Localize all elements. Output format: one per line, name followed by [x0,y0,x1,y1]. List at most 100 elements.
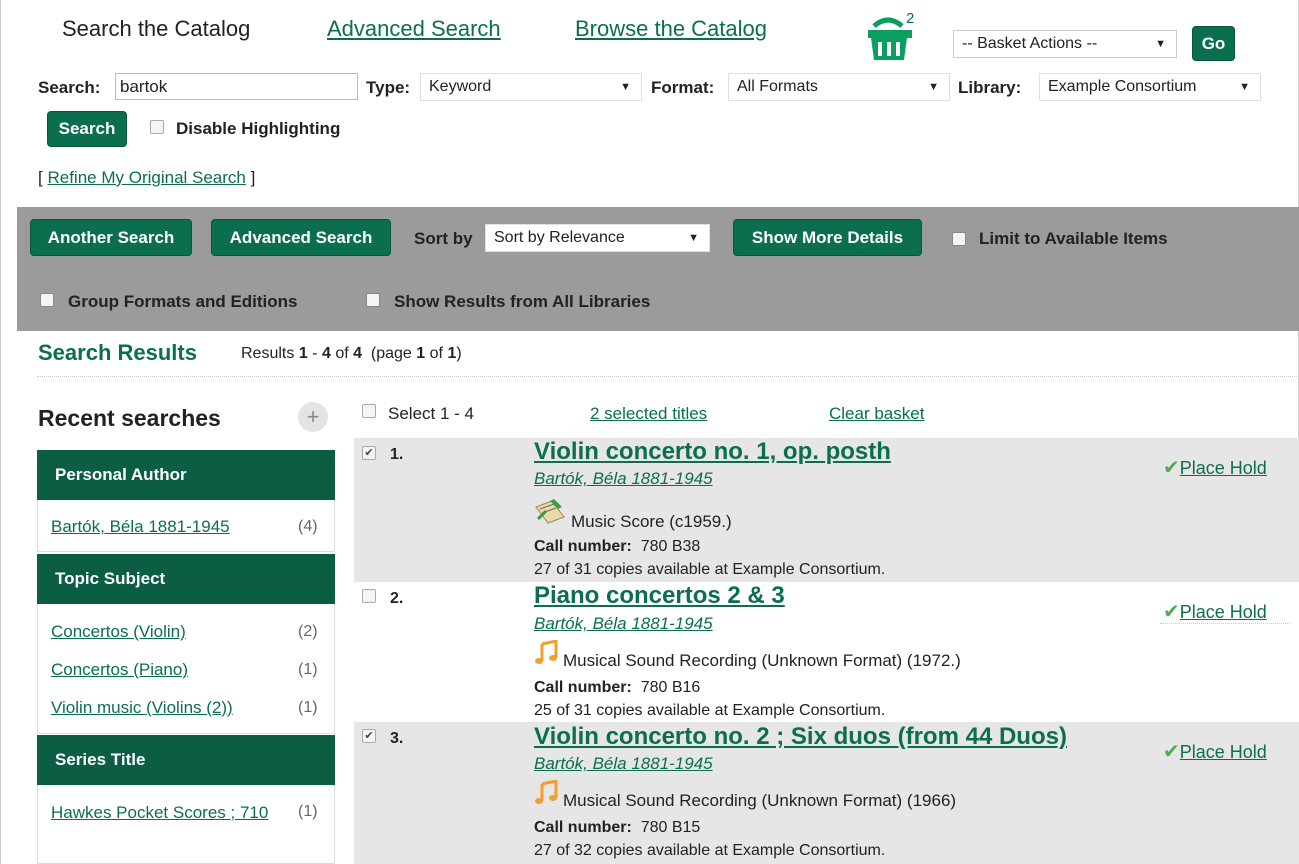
limit-available-checkbox[interactable] [952,232,966,246]
facet-count: (4) [298,518,318,535]
refine-search-link[interactable]: Refine My Original Search [47,168,245,187]
basket-actions-value: -- Basket Actions -- [962,35,1098,52]
results-prefix: Results [241,345,295,362]
call-number-label: Call number: [534,819,632,836]
show-all-libraries-checkbox[interactable] [366,293,380,307]
another-search-button[interactable]: Another Search [30,219,192,256]
result-format: Music Score (c1959.) [571,512,732,531]
disable-highlighting-checkbox[interactable] [150,120,164,134]
place-hold-label[interactable]: Place Hold [1180,458,1267,478]
facet-heading-topic-subject: Topic Subject [37,554,335,604]
facet-item[interactable]: Hawkes Pocket Scores ; 710 [51,802,276,824]
results-dash: - [312,345,318,362]
result-call-number: Call number: 780 B38 [534,538,700,556]
checkmark-icon: ✔ [1163,457,1180,479]
sort-value: Sort by Relevance [494,229,625,246]
library-value: Example Consortium [1048,78,1197,95]
selected-titles-link[interactable]: 2 selected titles [590,404,707,424]
result-call-number: Call number: 780 B16 [534,679,700,697]
facet-heading-personal-author: Personal Author [37,450,335,500]
format-value: All Formats [737,78,818,95]
recent-searches-heading: Recent searches [38,405,221,431]
result-title-link[interactable]: Violin concerto no. 2 ; Six duos (from 4… [534,723,1067,751]
search-input[interactable]: bartok [115,73,358,100]
call-number-value: 780 B16 [640,679,701,696]
page-current: 1 [416,345,426,362]
result-author-link[interactable]: Bartók, Béla 1881-1945 [534,469,713,489]
library-select[interactable]: Example Consortium ▼ [1039,73,1261,101]
show-all-libraries-label: Show Results from All Libraries [394,292,651,311]
result-availability: 27 of 32 copies available at Example Con… [534,842,886,859]
divider [37,376,1299,377]
result-author-link[interactable]: Bartók, Béla 1881-1945 [534,614,713,634]
results-from: 1 [298,345,308,362]
advanced-search-link[interactable]: Advanced Search [327,16,501,42]
sort-by-label: Sort by [414,229,473,248]
type-select[interactable]: Keyword ▼ [420,73,642,101]
basket-count: 2 [906,10,915,27]
chevron-down-icon: ▼ [688,232,699,244]
divider [1160,623,1290,624]
facet-count: (1) [298,803,318,820]
format-label: Format: [651,78,715,97]
result-format: Musical Sound Recording (Unknown Format)… [563,651,961,670]
limit-available-label: Limit to Available Items [979,229,1168,248]
call-number-value: 780 B15 [640,819,701,836]
select-all-label: Select 1 - 4 [388,404,474,423]
search-catalog-link[interactable]: Search the Catalog [62,16,250,42]
result-checkbox[interactable]: ✔ [362,446,376,460]
search-label: Search: [38,78,101,97]
search-button[interactable]: Search [47,111,127,147]
chevron-down-icon: ▼ [620,81,631,93]
sort-select[interactable]: Sort by Relevance ▼ [485,224,710,252]
refine-bracket-close: ] [250,168,256,187]
page-open: (page [370,345,412,362]
group-formats-checkbox[interactable] [40,293,54,307]
results-to: 4 [321,345,331,362]
facet-item[interactable]: Violin music (Violins (2)) [51,698,233,718]
result-title-link[interactable]: Violin concerto no. 1, op. posth [534,438,891,466]
result-author-link[interactable]: Bartók, Béla 1881-1945 [534,754,713,774]
place-hold-link[interactable]: ✔Place Hold [1163,599,1267,624]
result-availability: 27 of 31 copies available at Example Con… [534,561,886,578]
place-hold-label[interactable]: Place Hold [1180,602,1267,622]
page-close: ) [456,345,462,362]
refine-bracket-open: [ [38,168,43,187]
facet-count: (1) [298,661,318,678]
call-number-label: Call number: [534,538,632,555]
facet-item[interactable]: Bartók, Béla 1881-1945 [51,517,230,537]
chevron-down-icon: ▼ [1239,81,1250,93]
clear-basket-link[interactable]: Clear basket [829,404,924,424]
facet-item[interactable]: Concertos (Violin) [51,622,186,642]
facet-panel [37,785,335,864]
disable-highlighting-label: Disable Highlighting [176,119,341,138]
place-hold-label[interactable]: Place Hold [1180,742,1267,762]
result-availability: 25 of 31 copies available at Example Con… [534,702,886,719]
music-note-icon [534,639,558,666]
place-hold-link[interactable]: ✔Place Hold [1163,739,1267,764]
result-format: Musical Sound Recording (Unknown Format)… [563,791,957,810]
go-button[interactable]: Go [1192,26,1235,61]
chevron-down-icon: ▼ [928,81,939,93]
result-checkbox[interactable]: ✔ [362,729,376,743]
facet-count: (2) [298,623,318,640]
result-number: 2. [390,590,404,607]
checkmark-icon: ✔ [1163,601,1180,623]
select-all-checkbox[interactable] [362,404,376,418]
format-select[interactable]: All Formats ▼ [728,73,950,101]
result-title-link[interactable]: Piano concertos 2 & 3 [534,582,785,610]
advanced-search-button[interactable]: Advanced Search [211,219,391,256]
result-checkbox[interactable] [362,589,376,603]
place-hold-link[interactable]: ✔Place Hold [1163,455,1267,480]
basket-actions-select[interactable]: -- Basket Actions -- ▼ [953,30,1177,58]
call-number-value: 780 B38 [640,538,701,555]
add-icon[interactable]: + [298,402,328,432]
call-number-label: Call number: [534,679,632,696]
show-more-details-button[interactable]: Show More Details [733,219,922,256]
page-total: 1 [447,345,457,362]
results-of: of [335,345,349,362]
browse-catalog-link[interactable]: Browse the Catalog [575,16,767,42]
facet-item[interactable]: Concertos (Piano) [51,660,188,680]
group-formats-label: Group Formats and Editions [68,292,298,311]
results-count: Results 1 - 4 of 4 (page 1 of 1) [241,345,462,363]
